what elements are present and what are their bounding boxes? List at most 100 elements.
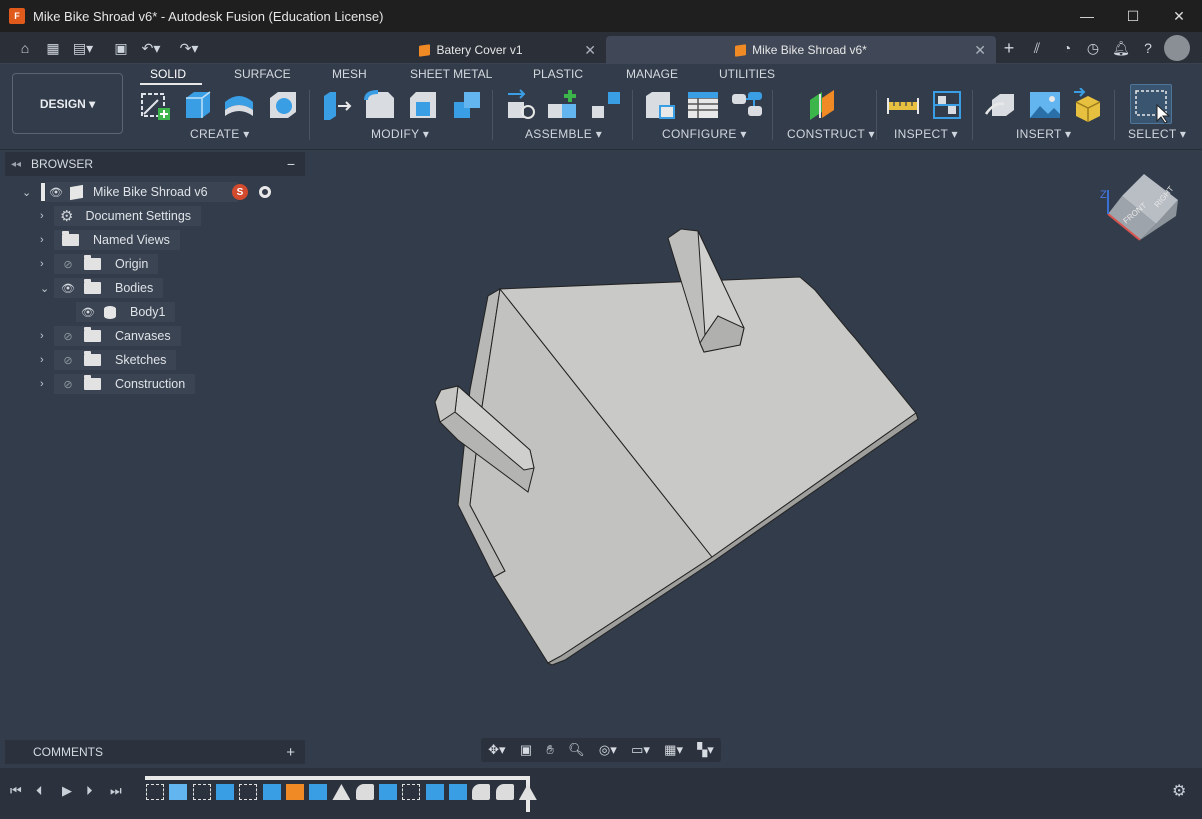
tab-manage[interactable]: MANAGE (626, 67, 678, 81)
tab-plastic[interactable]: PLASTIC (533, 67, 583, 81)
extrude-icon[interactable] (180, 88, 214, 122)
home-icon[interactable]: ⌂ (14, 38, 36, 58)
timeline-sketch-icon[interactable] (192, 784, 211, 800)
shell-icon[interactable] (266, 88, 300, 122)
hidden-eye-icon[interactable]: ⊘ (58, 258, 78, 271)
chevron-right-icon[interactable]: › (40, 210, 54, 222)
timeline-sketch-icon[interactable] (146, 784, 164, 800)
browser-item-named-views[interactable]: › Named Views (40, 230, 180, 250)
close-tab-icon[interactable]: ✕ (974, 42, 986, 59)
timeline-fillet-icon[interactable] (355, 784, 374, 800)
new-tab-icon[interactable]: + (998, 38, 1020, 58)
create-sketch-icon[interactable] (138, 88, 172, 122)
browser-item-canvases[interactable]: › ⊘ Canvases (40, 326, 181, 346)
chevron-right-icon[interactable]: › (40, 258, 54, 270)
timeline-sketch-icon[interactable] (402, 784, 421, 800)
step-back-icon[interactable]: ⏴ (36, 783, 43, 799)
configuration-table-icon[interactable] (686, 88, 720, 122)
timeline-extrude-icon[interactable] (448, 784, 467, 800)
sync-status-icon[interactable]: S (232, 184, 248, 200)
timeline-extrude-icon[interactable] (425, 784, 444, 800)
close-window-button[interactable]: ✕ (1156, 0, 1202, 32)
chevron-right-icon[interactable]: › (40, 378, 54, 390)
collapse-panel-icon[interactable]: ◂◂ (11, 159, 21, 170)
tab-mike-bike-shroad[interactable]: Mike Bike Shroad v6* ✕ (606, 36, 996, 64)
tab-utilities[interactable]: UTILITIES (719, 67, 775, 81)
display-settings-icon[interactable]: ▭▾ (631, 742, 650, 758)
section-analysis-icon[interactable] (930, 88, 964, 122)
workspace-switcher[interactable]: DESIGN ▾ (12, 73, 123, 134)
browser-item-document-settings[interactable]: › ⚙ Document Settings (40, 206, 202, 226)
redo-icon[interactable]: ↷▾ (178, 38, 200, 58)
look-at-icon[interactable]: ▣ (520, 742, 532, 758)
chevron-right-icon[interactable]: › (40, 354, 54, 366)
orbit-icon[interactable]: ✥▾ (488, 742, 505, 758)
tab-surface[interactable]: SURFACE (234, 67, 291, 81)
pan-hand-icon[interactable]: ✋︎ (546, 742, 553, 758)
browser-item-sketches[interactable]: › ⊘ Sketches (40, 350, 177, 370)
data-panel-grid-icon[interactable]: ▦ (42, 38, 64, 58)
tab-mesh[interactable]: MESH (332, 67, 367, 81)
modify-menu[interactable]: MODIFY ▾ (371, 127, 429, 141)
play-icon[interactable]: ▶ (62, 783, 72, 799)
timeline-settings-gear-icon[interactable]: ⚙ (1172, 781, 1186, 801)
configure-icon[interactable] (642, 88, 676, 122)
go-to-start-icon[interactable]: ⏮ (10, 783, 22, 799)
create-menu[interactable]: CREATE ▾ (190, 127, 250, 141)
grid-icon[interactable]: ▦▾ (664, 742, 683, 758)
model-viewport[interactable] (300, 150, 1202, 738)
inspect-menu[interactable]: INSPECT ▾ (894, 127, 958, 141)
browser-item-bodies[interactable]: ⌄ 👁︎ Bodies (40, 278, 164, 298)
insert-mesh-icon[interactable] (1070, 88, 1104, 122)
tab-solid[interactable]: SOLID (150, 67, 186, 81)
timeline-mirror-icon[interactable] (332, 784, 351, 800)
minimize-browser-icon[interactable]: − (287, 156, 295, 172)
chevron-right-icon[interactable]: › (40, 330, 54, 342)
offset-plane-icon[interactable] (806, 88, 840, 122)
chamfer-icon[interactable] (406, 88, 440, 122)
fit-icon[interactable]: ◎▾ (599, 742, 617, 758)
visibility-eye-icon[interactable]: 👁︎ (46, 186, 66, 199)
timeline-chamfer-icon[interactable] (495, 784, 514, 800)
insert-canvas-icon[interactable] (1028, 88, 1062, 122)
select-menu[interactable]: SELECT ▾ (1128, 127, 1186, 141)
assemble-menu[interactable]: ASSEMBLE ▾ (525, 127, 602, 141)
visibility-eye-icon[interactable]: 👁︎ (58, 282, 78, 295)
browser-item-body1[interactable]: 👁︎ Body1 (76, 302, 176, 322)
fillet-icon[interactable] (362, 88, 396, 122)
chevron-down-icon[interactable]: ⌄ (40, 282, 54, 295)
construct-menu[interactable]: CONSTRUCT ▾ (787, 127, 875, 141)
configuration-rules-icon[interactable] (730, 88, 764, 122)
extensions-icon[interactable]: ⫽ (1026, 38, 1048, 58)
tab-sheet-metal[interactable]: SHEET METAL (410, 67, 492, 81)
go-to-end-icon[interactable]: ⏭ (110, 783, 122, 799)
visibility-eye-icon[interactable]: 👁︎ (78, 306, 98, 319)
clock-icon[interactable]: ◷ (1082, 38, 1104, 58)
tab-batery-cover[interactable]: Batery Cover v1 ✕ (336, 36, 606, 64)
timeline-plane-icon[interactable] (285, 784, 304, 800)
timeline-extrude-icon[interactable] (215, 784, 234, 800)
configure-menu[interactable]: CONFIGURE ▾ (662, 127, 747, 141)
view-cube[interactable]: Z FRONT RIGHT (1100, 172, 1180, 242)
viewports-icon[interactable]: ▚▾ (697, 742, 714, 758)
zoom-icon[interactable]: 🔍︎ (568, 742, 585, 758)
activate-radio-icon[interactable] (259, 186, 271, 198)
file-menu-icon[interactable]: ▤▾ (72, 38, 94, 58)
press-pull-icon[interactable] (320, 88, 354, 122)
timeline-track[interactable] (145, 776, 528, 780)
timeline-mirror-icon[interactable] (518, 784, 537, 800)
user-avatar[interactable] (1164, 35, 1190, 61)
insert-derive-icon[interactable] (984, 88, 1018, 122)
maximize-button[interactable]: ☐ (1110, 0, 1156, 32)
minimize-button[interactable]: — (1064, 0, 1110, 32)
job-status-icon[interactable]: ◔ (1056, 38, 1078, 58)
timeline-extrude-icon[interactable] (379, 784, 397, 800)
undo-icon[interactable]: ↶▾ (140, 38, 162, 58)
timeline-chamfer-icon[interactable] (472, 784, 491, 800)
hidden-eye-icon[interactable]: ⊘ (58, 354, 78, 367)
timeline-sketch-icon[interactable] (239, 784, 258, 800)
help-icon[interactable]: ? (1137, 38, 1159, 58)
as-built-joint-icon[interactable] (590, 88, 624, 122)
joint-icon[interactable] (546, 88, 580, 122)
browser-item-origin[interactable]: › ⊘ Origin (40, 254, 159, 274)
